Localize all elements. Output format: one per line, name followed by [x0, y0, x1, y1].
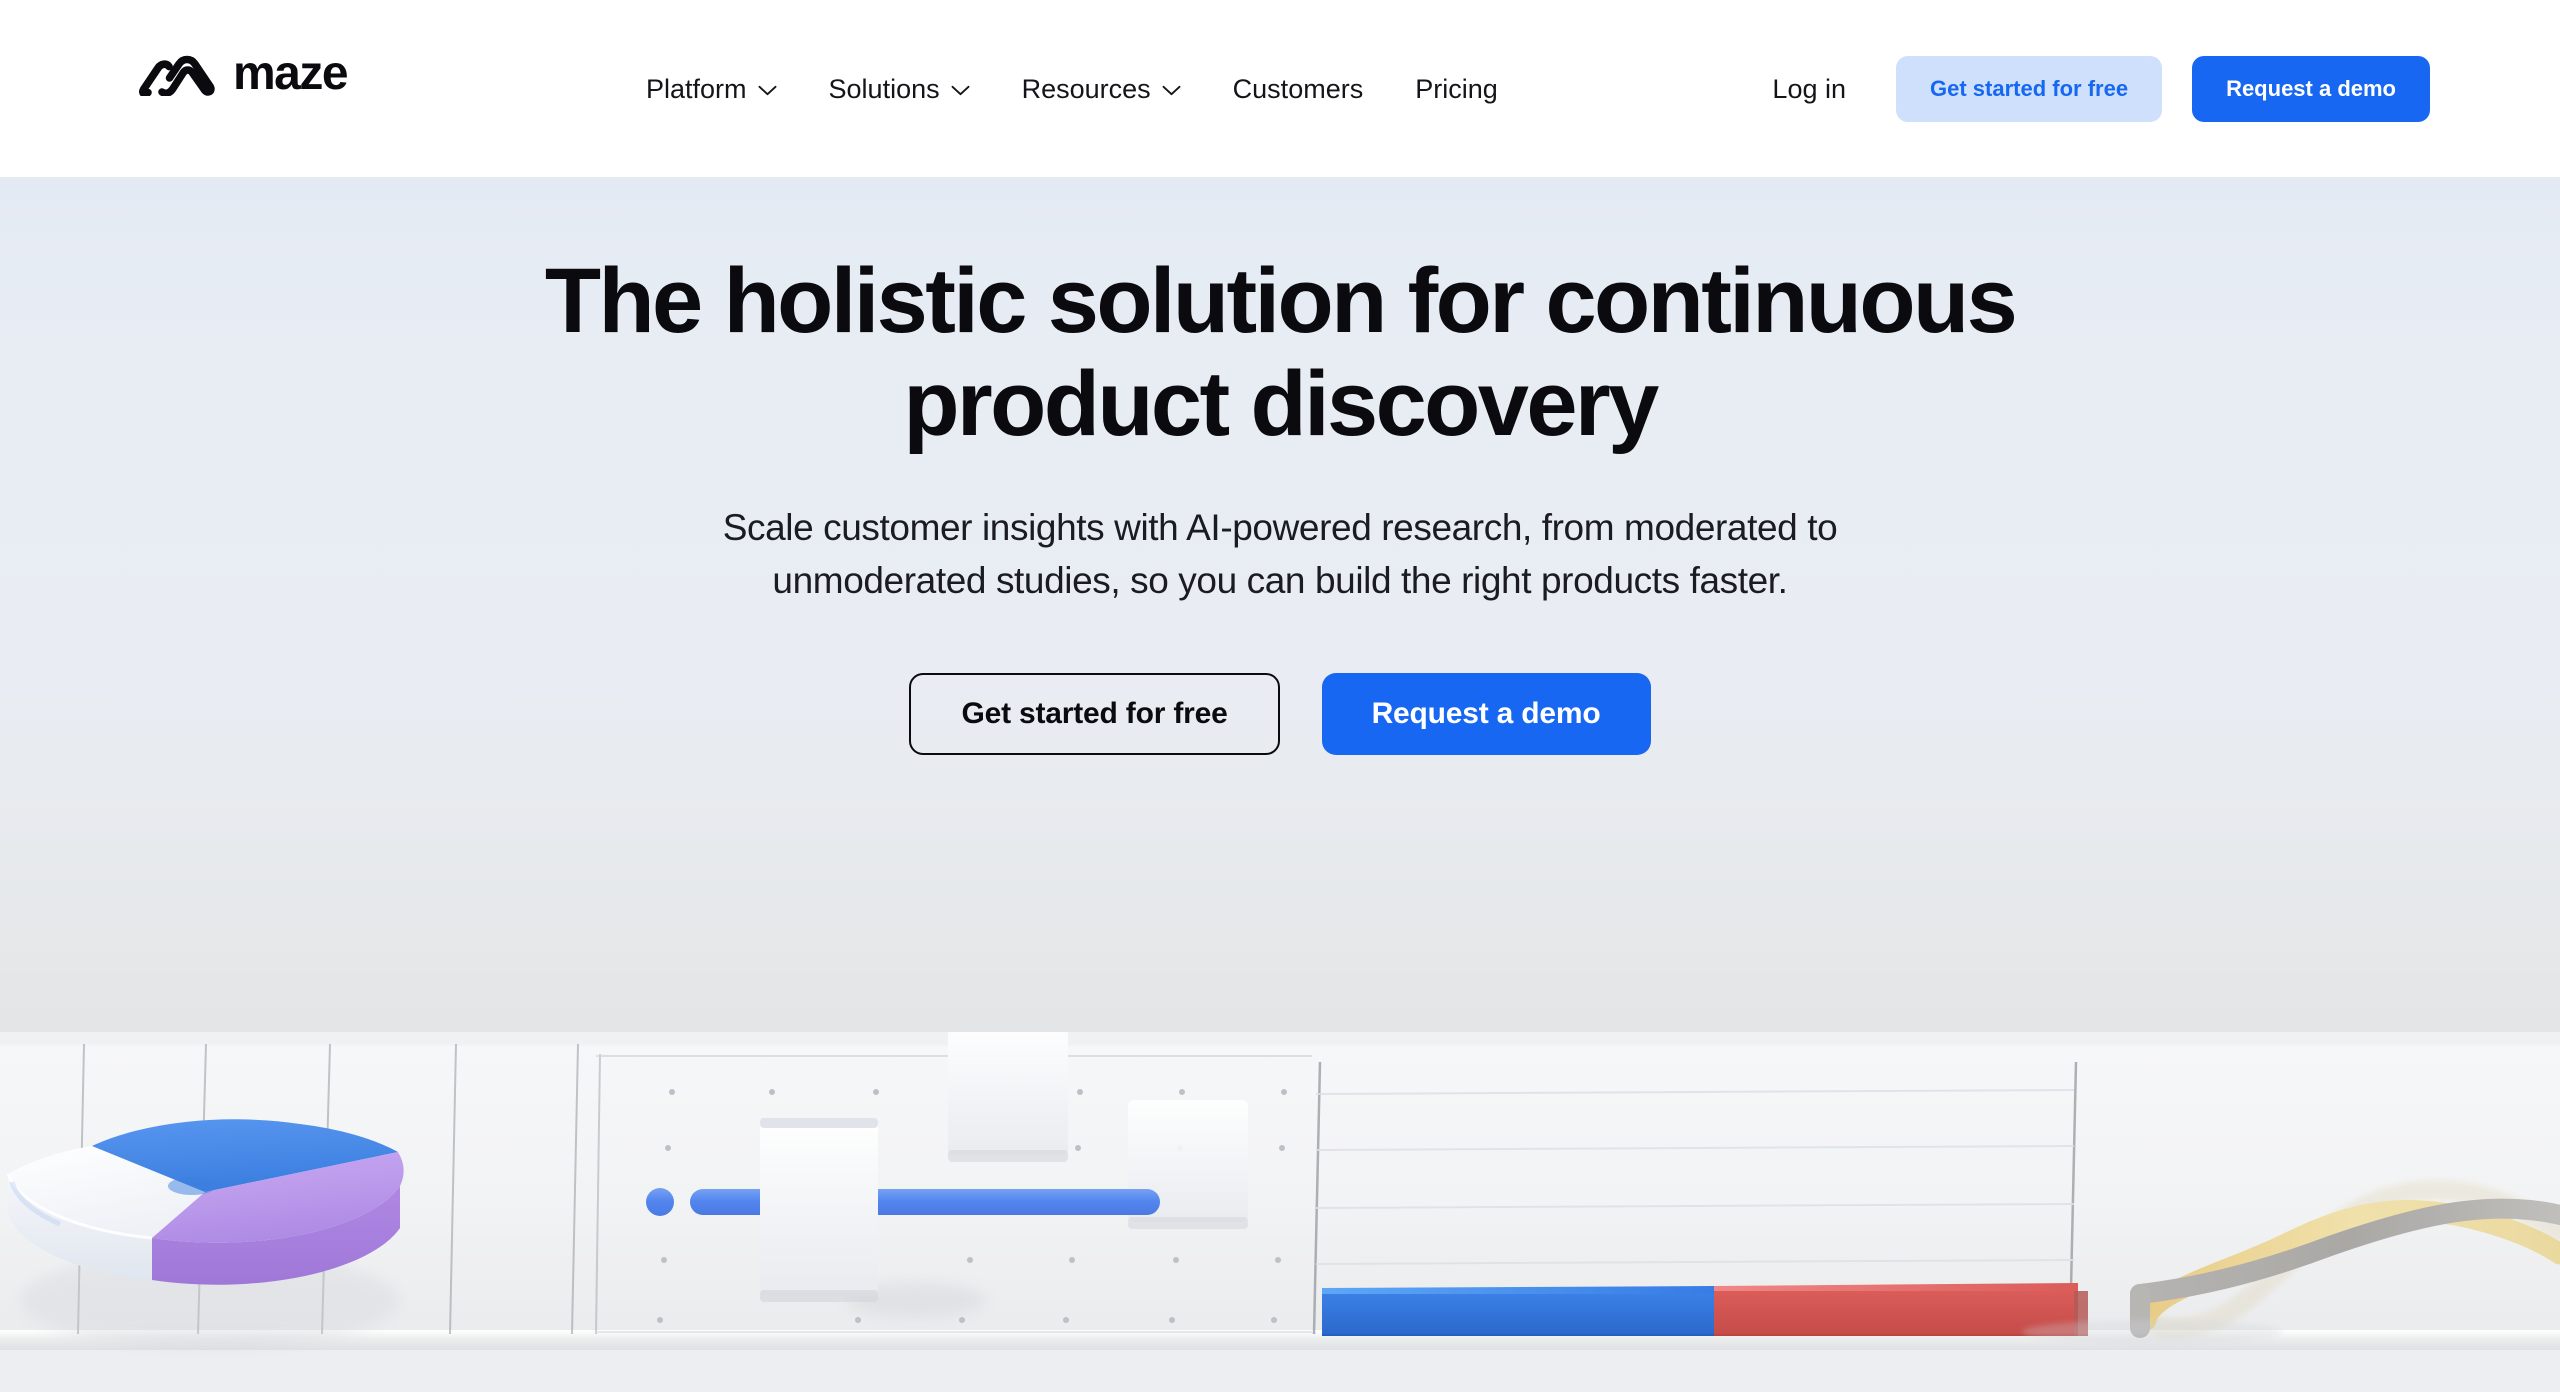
nav-label: Platform: [646, 73, 747, 104]
hero-title-line-1: The holistic solution for continuous: [544, 250, 2018, 352]
header-request-demo-button[interactable]: Request a demo: [2192, 56, 2430, 122]
chevron-down-icon: [1162, 82, 1181, 96]
hero-cta-group: Get started for free Request a demo: [0, 673, 2560, 756]
illustration-canvas: [0, 1032, 2560, 1392]
hero-subtitle: Scale customer insights with AI-powered …: [580, 502, 1980, 607]
hero-subtitle-line-1: Scale customer insights with AI-powered …: [722, 507, 1838, 549]
nav-label: Solutions: [828, 73, 940, 104]
nav-item-platform[interactable]: Platform: [620, 66, 803, 113]
maze-logo[interactable]: maze: [138, 47, 349, 100]
login-link[interactable]: Log in: [1750, 66, 1868, 113]
hero-section: The holistic solution for continuous pro…: [0, 178, 2560, 1392]
header-get-started-button[interactable]: Get started for free: [1896, 56, 2163, 122]
chevron-down-icon: [951, 82, 970, 96]
nav-label: Pricing: [1415, 73, 1498, 104]
chevron-down-icon: [758, 82, 777, 96]
maze-logo-icon: [138, 52, 216, 96]
nav-item-pricing[interactable]: Pricing: [1389, 66, 1524, 113]
nav-label: Resources: [1021, 73, 1151, 104]
page-title: The holistic solution for continuous pro…: [430, 250, 2130, 456]
hero-subtitle-line-2: unmoderated studies, so you can build th…: [772, 559, 1788, 601]
nav-label: Customers: [1232, 73, 1364, 104]
header-actions: Log in Get started for free Request a de…: [1750, 0, 2430, 178]
hero-get-started-button[interactable]: Get started for free: [909, 673, 1280, 756]
hero-request-demo-button[interactable]: Request a demo: [1321, 673, 1651, 756]
site-header: maze Platform Solutions Resources Custom…: [0, 0, 2560, 178]
hero-title-line-2: product discovery: [903, 353, 1659, 456]
nav-item-solutions[interactable]: Solutions: [803, 66, 996, 113]
hero-illustration: [0, 1032, 2560, 1392]
platform-base: [0, 1350, 2560, 1392]
primary-nav: Platform Solutions Resources Customers P…: [620, 0, 1524, 178]
maze-wordmark: maze: [233, 47, 349, 100]
nav-item-resources[interactable]: Resources: [996, 66, 1207, 113]
nav-item-customers[interactable]: Customers: [1207, 66, 1390, 113]
hero-content: The holistic solution for continuous pro…: [0, 178, 2560, 756]
